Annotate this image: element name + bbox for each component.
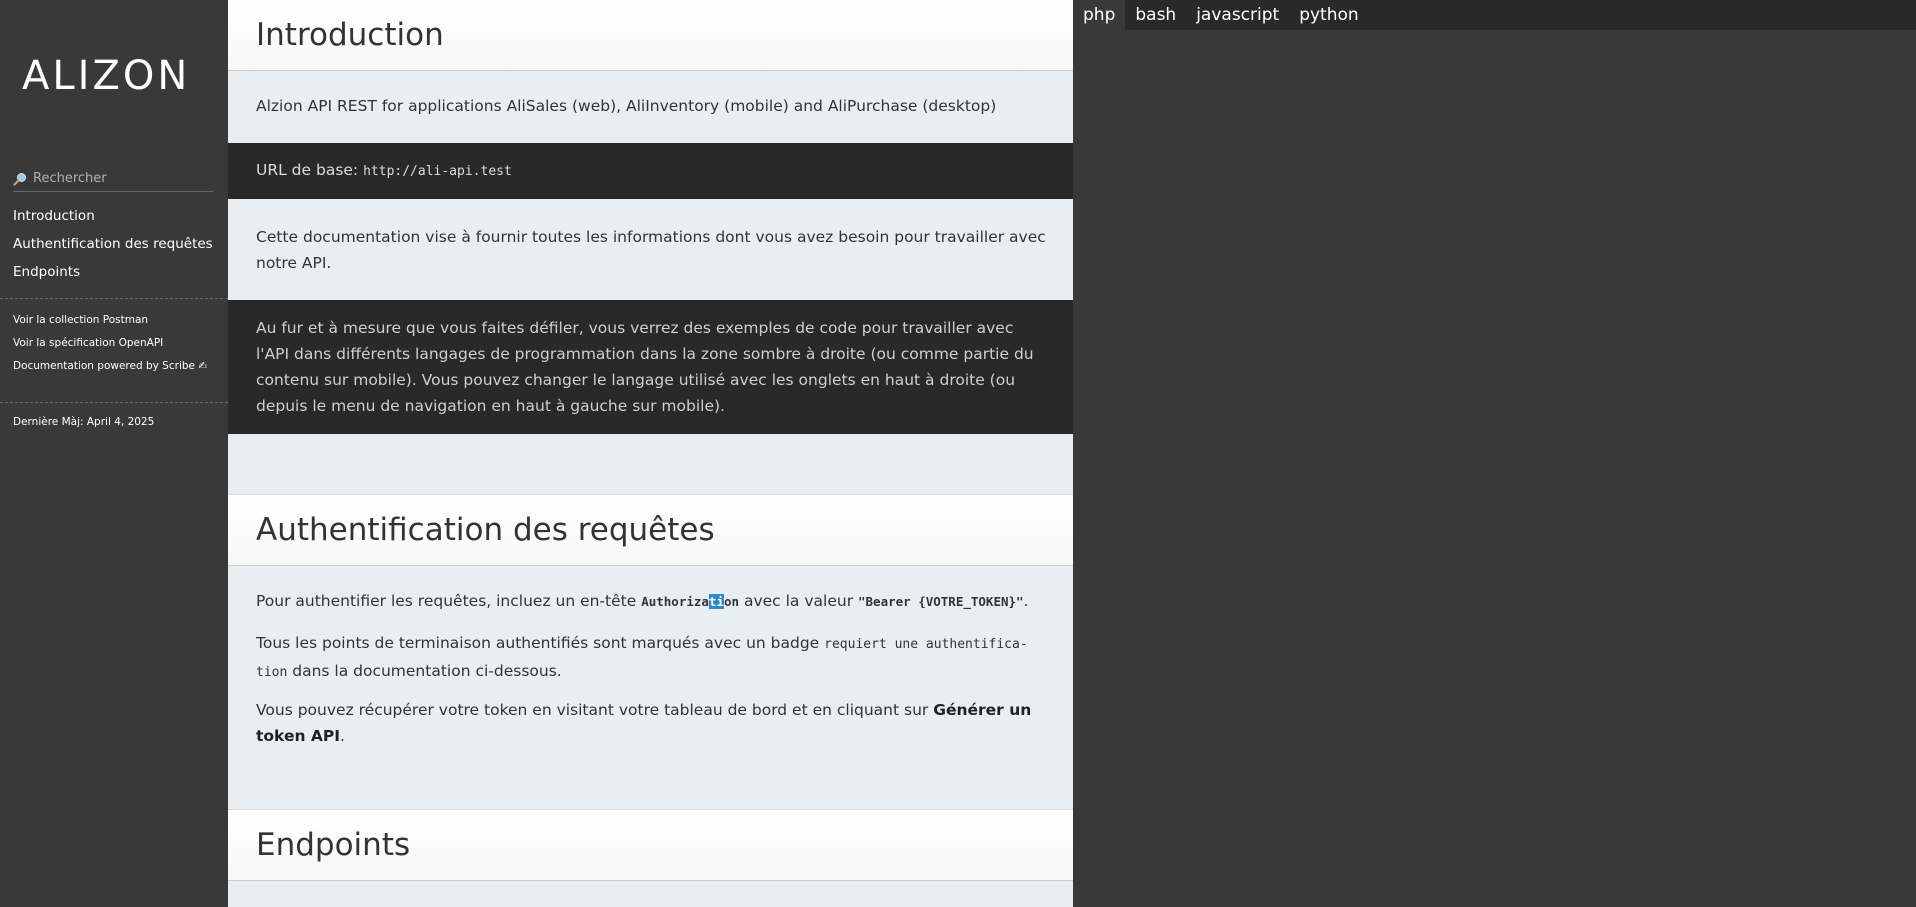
- auth-text: Tous les points de terminaison authentif…: [256, 634, 825, 652]
- search-box: [13, 166, 213, 192]
- toc-item-authentication[interactable]: Authentification des requêtes: [13, 233, 213, 261]
- tab-python[interactable]: python: [1289, 0, 1368, 30]
- base-url-value: http://ali-api.test: [363, 164, 512, 179]
- sidebar-divider: [0, 402, 228, 403]
- auth-paragraph-token: Vous pouvez récupérer votre token en vis…: [256, 697, 1046, 749]
- bearer-token-code: "Bearer {VOTRE_TOKEN}": [858, 594, 1024, 609]
- doc-purpose-text: Cette documentation vise à fournir toute…: [256, 228, 1046, 272]
- base-url-line: URL de base: http://ali-api.test: [256, 157, 1046, 185]
- auth-text: Vous pouvez récupérer votre token en vis…: [256, 701, 934, 719]
- toc-item-endpoints[interactable]: Endpoints: [13, 261, 213, 289]
- auth-text: dans la documentation ci-dessous.: [287, 662, 562, 680]
- section-header-endpoints: Endpoints: [228, 809, 1073, 881]
- base-url-block: URL de base: http://ali-api.test: [228, 143, 1073, 199]
- tab-bash[interactable]: bash: [1125, 0, 1186, 30]
- header-code-part: Authoriza: [641, 594, 709, 609]
- code-samples-note: Au fur et à mesure que vous faites défil…: [256, 319, 1034, 415]
- code-samples-note-block: Au fur et à mesure que vous faites défil…: [228, 300, 1073, 434]
- header-code-part: on: [723, 594, 740, 609]
- auth-text: .: [1023, 592, 1029, 610]
- code-samples-pane: php bash javascript python: [1073, 0, 1916, 907]
- language-tabs: php bash javascript python: [1073, 0, 1916, 30]
- auth-text: avec la valeur: [739, 592, 858, 610]
- section-title-endpoints: Endpoints: [256, 827, 411, 863]
- auth-required-badge: requiert une authentifica-: [824, 637, 1028, 652]
- tab-javascript[interactable]: javascript: [1186, 0, 1289, 30]
- section-header-introduction: Introduction: [228, 0, 1073, 71]
- postman-collection-link[interactable]: Voir la collection Postman: [13, 312, 207, 335]
- auth-paragraph-badge: Tous les points de terminaison authentif…: [256, 630, 1046, 686]
- sidebar-divider: [0, 298, 228, 299]
- section-header-authentication: Authentification des requêtes: [228, 494, 1073, 566]
- base-url-label: URL de base:: [256, 161, 359, 179]
- sidebar-links: Voir la collection Postman Voir la spéci…: [13, 312, 207, 381]
- section-title-introduction: Introduction: [256, 17, 444, 53]
- last-updated: Dernière Màj: April 4, 2025: [13, 416, 155, 428]
- auth-required-badge: tion: [256, 665, 288, 680]
- sidebar: ALIZON Introduction Authentification des…: [0, 0, 228, 907]
- auth-paragraph-header: Pour authentifier les requêtes, incluez …: [256, 588, 1046, 615]
- search-icon: [13, 172, 27, 186]
- toc-item-introduction[interactable]: Introduction: [13, 205, 213, 233]
- openapi-spec-link[interactable]: Voir la spécification OpenAPI: [13, 335, 207, 358]
- api-description: Alzion API REST for applications AliSale…: [256, 97, 997, 115]
- toc-list: Introduction Authentification des requêt…: [13, 205, 213, 289]
- search-input[interactable]: [33, 171, 203, 186]
- tab-php[interactable]: php: [1073, 0, 1126, 30]
- docs-content: Introduction Alzion API REST for applica…: [228, 0, 1073, 907]
- text-selection-highlight: ti: [708, 594, 724, 609]
- auth-text: Pour authentifier les requêtes, incluez …: [256, 592, 642, 610]
- section-title-authentication: Authentification des requêtes: [256, 512, 715, 548]
- authorization-header-code: Authorization: [641, 594, 739, 609]
- scribe-credit-link[interactable]: Documentation powered by Scribe ✍: [13, 358, 207, 381]
- alizon-logo[interactable]: ALIZON: [22, 52, 190, 100]
- auth-text: .: [340, 727, 345, 745]
